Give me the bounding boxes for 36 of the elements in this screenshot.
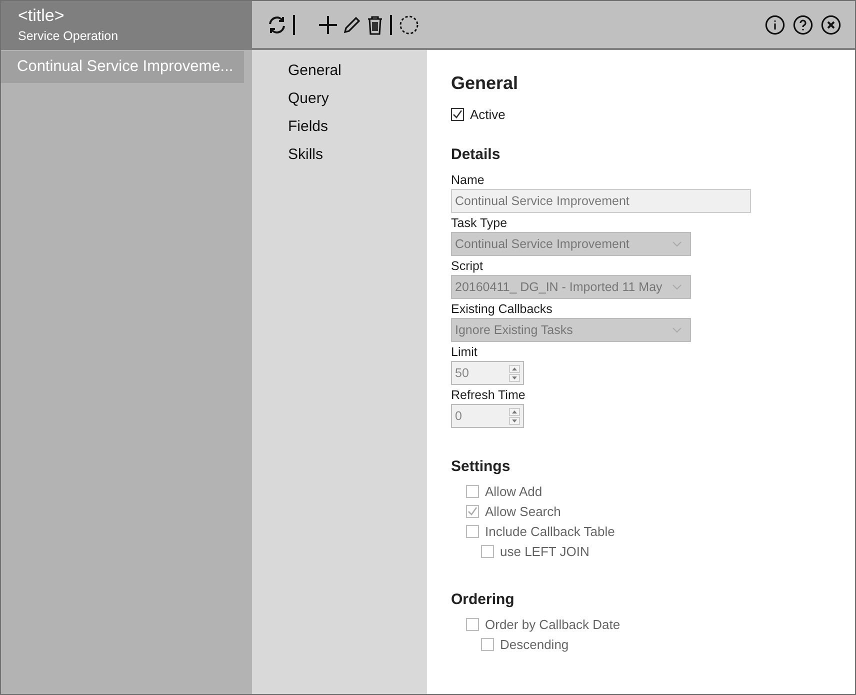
section-heading: Ordering bbox=[451, 591, 516, 608]
checkbox-label: use LEFT JOIN bbox=[500, 544, 590, 558]
checkbox-label: Allow Search bbox=[485, 504, 561, 518]
field-label: Name bbox=[451, 173, 486, 187]
section-heading: Settings bbox=[451, 458, 512, 475]
app-subtitle: Service Operation bbox=[18, 29, 120, 43]
chevron-down-icon bbox=[672, 241, 682, 247]
help-icon[interactable] bbox=[793, 14, 813, 34]
chevron-down-icon bbox=[672, 327, 682, 333]
field-label: Existing Callbacks bbox=[451, 302, 554, 316]
checkbox-label: Descending bbox=[500, 636, 569, 652]
checkbox-label: Order by Callback Date bbox=[485, 616, 620, 632]
field-label: Limit bbox=[451, 345, 478, 359]
dashed-circle-icon[interactable] bbox=[399, 14, 419, 34]
checkbox[interactable] bbox=[451, 108, 464, 120]
chevron-down-icon bbox=[672, 284, 682, 290]
add-icon[interactable] bbox=[318, 14, 338, 34]
refresh-icon[interactable] bbox=[267, 14, 287, 34]
field-label: Script bbox=[451, 259, 484, 273]
field-label: Task Type bbox=[451, 216, 508, 230]
close-icon[interactable] bbox=[821, 14, 841, 34]
nav-item[interactable]: Query bbox=[252, 85, 427, 113]
sidebar-item[interactable]: Continual Service Improveme... bbox=[1, 51, 244, 83]
checkbox-label: Include Callback Table bbox=[485, 524, 615, 538]
nav-item[interactable]: Skills bbox=[252, 141, 427, 169]
section-heading: Details bbox=[451, 146, 502, 163]
trash-icon[interactable] bbox=[366, 14, 384, 34]
app-title: <title> bbox=[18, 6, 66, 26]
pencil-icon[interactable] bbox=[342, 14, 362, 34]
checkbox-label: Active bbox=[470, 106, 506, 122]
field-label: Refresh Time bbox=[451, 388, 526, 402]
nav-item[interactable]: General bbox=[252, 57, 427, 85]
info-icon[interactable] bbox=[765, 14, 785, 34]
section-heading: General bbox=[451, 73, 520, 94]
checkbox-label: Allow Add bbox=[485, 484, 542, 498]
nav-item[interactable]: Fields bbox=[252, 113, 427, 141]
